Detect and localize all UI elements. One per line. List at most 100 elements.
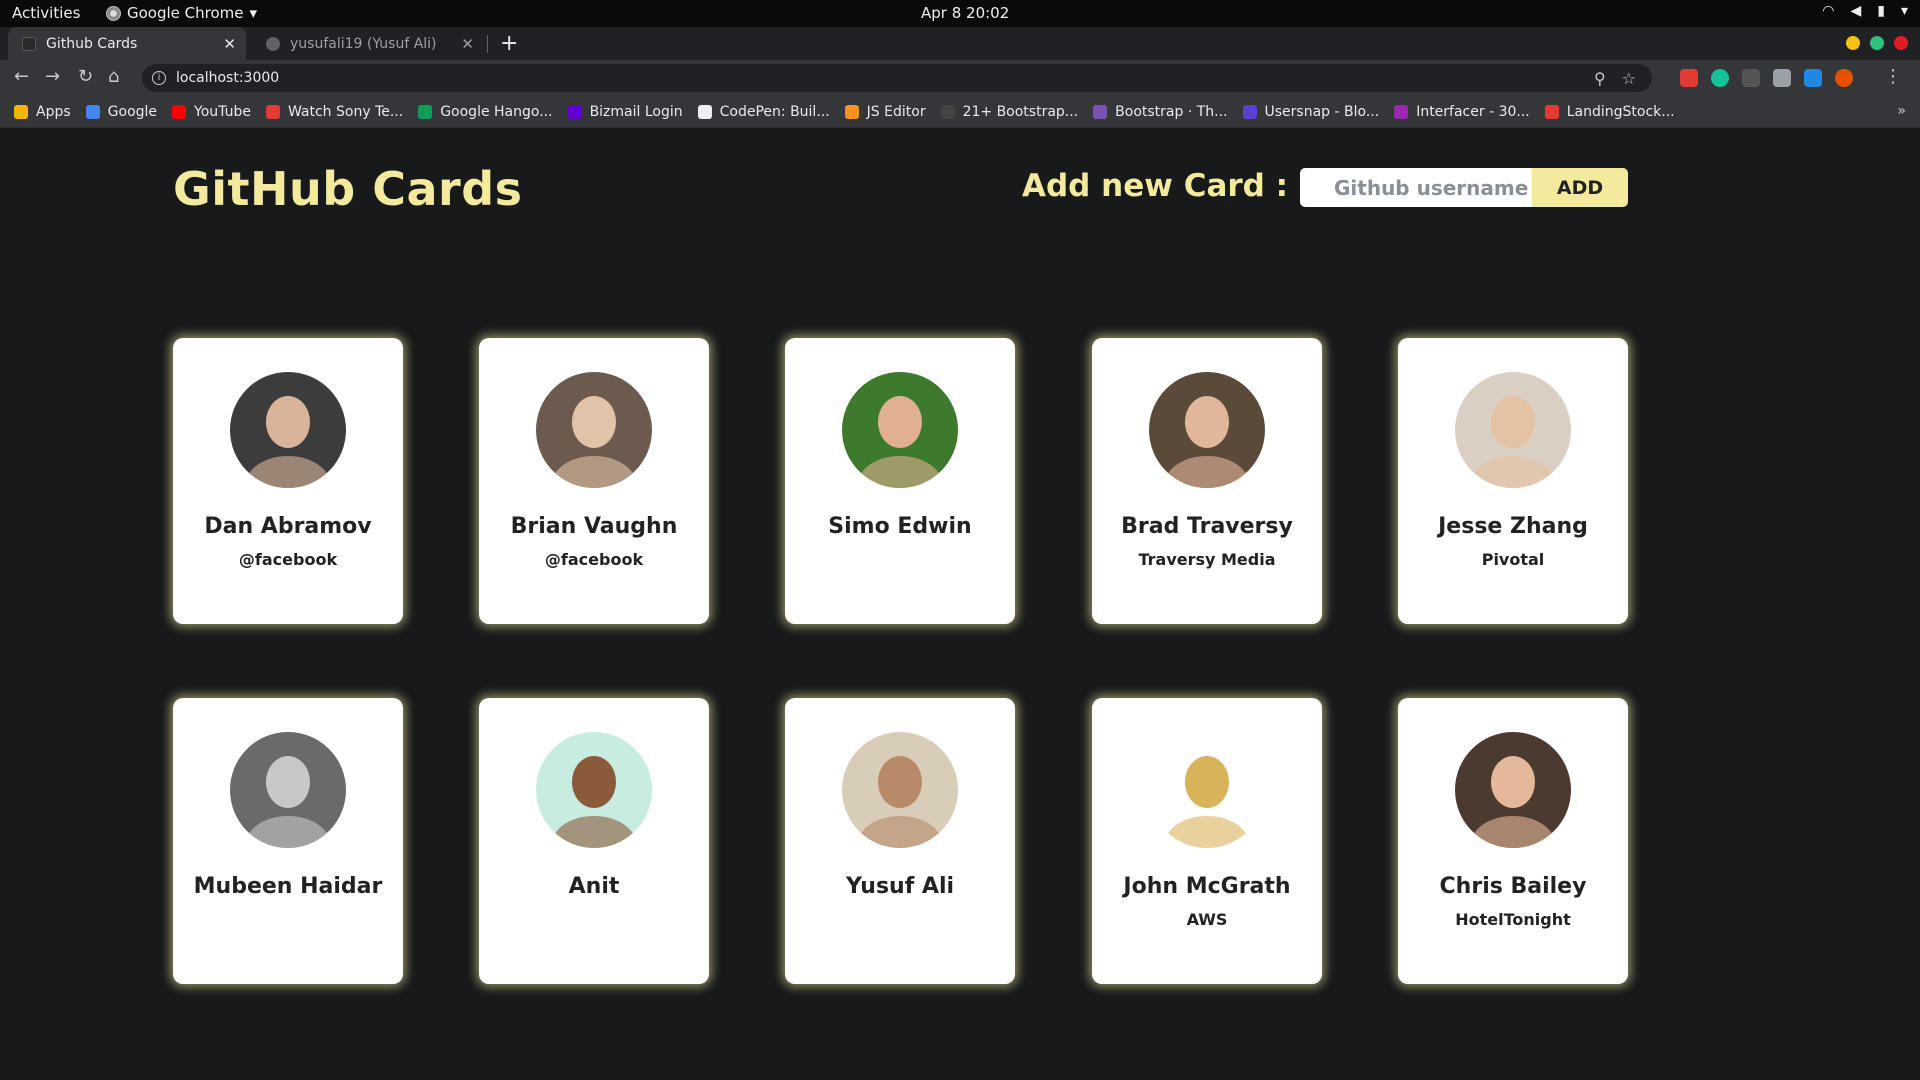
app-menu[interactable]: Google Chrome ▾: [106, 4, 257, 22]
card-company: @facebook: [238, 550, 338, 569]
close-tab-icon[interactable]: ✕: [223, 35, 236, 53]
extension-icon[interactable]: [1804, 69, 1822, 87]
volume-icon: ◀: [1850, 3, 1862, 19]
grammarly-icon[interactable]: [1711, 69, 1729, 87]
system-tray[interactable]: ◠ ◀ ▮ ▾: [1822, 3, 1908, 19]
bookmark-item[interactable]: 21+ Bootstrap...: [940, 103, 1079, 120]
bookmark-label: Bizmail Login: [589, 103, 683, 120]
add-card-label: Add new Card :: [1022, 168, 1289, 204]
page-content: GitHub Cards Add new Card : ADD Dan Abra…: [0, 128, 1920, 1080]
new-tab-button[interactable]: +: [500, 31, 518, 56]
profile-card[interactable]: Anit: [479, 698, 709, 984]
profile-card[interactable]: Yusuf Ali: [785, 698, 1015, 984]
card-name: Mubeen Haidar: [193, 874, 383, 899]
url-text[interactable]: localhost:3000: [176, 70, 1594, 86]
camera-icon[interactable]: [1773, 69, 1791, 87]
avatar: [1455, 372, 1571, 488]
card-company: Pivotal: [1481, 550, 1545, 569]
bookmark-label: CodePen: Buil...: [719, 103, 830, 120]
bookmark-favicon-icon: [265, 104, 280, 119]
card-name: Brad Traversy: [1121, 514, 1293, 539]
profile-card[interactable]: Brian Vaughn @facebook: [479, 338, 709, 624]
bookmark-item[interactable]: Usersnap - Blo...: [1242, 104, 1379, 120]
close-window-button[interactable]: [1894, 36, 1908, 50]
site-info-icon[interactable]: i: [152, 71, 166, 85]
wifi-icon: ◠: [1822, 3, 1835, 19]
extensions-area: [1680, 69, 1853, 87]
bookmark-favicon-icon: [567, 104, 582, 119]
avatar: [230, 732, 346, 848]
bookmark-label: Interfacer - 30...: [1416, 103, 1530, 120]
bookmark-favicon-icon: [418, 104, 433, 119]
bookmark-label: 21+ Bootstrap...: [962, 103, 1079, 120]
bookmark-item[interactable]: Apps: [14, 104, 71, 120]
avatar: [1149, 732, 1265, 848]
bookmark-item[interactable]: CodePen: Buil...: [697, 103, 830, 120]
bookmark-favicon-icon: [940, 104, 955, 119]
extension-icon[interactable]: [1742, 69, 1760, 87]
forward-icon[interactable]: →: [45, 66, 60, 87]
profile-card[interactable]: Simo Edwin: [785, 338, 1015, 624]
tab-separator: [487, 35, 488, 53]
add-button[interactable]: ADD: [1532, 168, 1628, 207]
profile-card[interactable]: Dan Abramov @facebook: [173, 338, 403, 624]
activities-button[interactable]: Activities: [12, 4, 80, 22]
card-name: Chris Bailey: [1439, 874, 1587, 899]
close-tab-icon[interactable]: ✕: [461, 35, 474, 53]
bookmark-favicon-icon: [697, 104, 712, 119]
window-controls: [1846, 36, 1908, 50]
tab-title: yusufali19 (Yusuf Ali): [290, 35, 437, 52]
bookmark-item[interactable]: Google: [85, 104, 157, 120]
avatar: [842, 372, 958, 488]
back-icon[interactable]: ←: [14, 66, 29, 87]
browser-toolbar: ← → ↻ ⌂ i localhost:3000 ⚲ ☆ ⋮: [0, 60, 1920, 96]
maximize-button[interactable]: [1870, 36, 1884, 50]
card-name: Anit: [568, 874, 620, 899]
chrome-menu-icon[interactable]: ⋮: [1884, 66, 1902, 87]
bookmark-label: Bootstrap · Th...: [1115, 103, 1228, 120]
clock[interactable]: Apr 8 20:02: [921, 4, 1009, 22]
extension-icon[interactable]: [1680, 69, 1698, 87]
bookmark-item[interactable]: YouTube: [172, 104, 251, 120]
bookmark-item[interactable]: Google Hango...: [418, 104, 553, 120]
avatar: [230, 372, 346, 488]
tab-title: Github Cards: [46, 35, 138, 52]
tab-github-cards[interactable]: Github Cards ✕: [8, 27, 246, 60]
bookmark-item[interactable]: Watch Sony Te...: [265, 104, 403, 120]
bookmark-item[interactable]: Bootstrap · Th...: [1093, 103, 1228, 120]
bookmark-item[interactable]: Bizmail Login: [567, 103, 683, 120]
github-icon: [266, 36, 280, 51]
profile-card[interactable]: Brad Traversy Traversy Media: [1092, 338, 1322, 624]
tab-strip: Github Cards ✕ yusufali19 (Yusuf Ali) ✕ …: [0, 27, 1920, 60]
bookmark-star-icon[interactable]: ☆: [1622, 69, 1636, 88]
card-company: Traversy Media: [1138, 550, 1276, 569]
profile-avatar-icon[interactable]: [1835, 69, 1853, 87]
bookmark-item[interactable]: LandingStock...: [1544, 104, 1675, 120]
chrome-icon: [106, 5, 121, 21]
bookmark-favicon-icon: [1394, 104, 1409, 119]
bookmark-item[interactable]: JS Editor: [844, 104, 926, 120]
bookmark-item[interactable]: Interfacer - 30...: [1394, 104, 1530, 120]
bookmark-label: Apps: [36, 103, 71, 120]
bookmarks-bar: Apps Google YouTube Watch Sony Te... Google …: [0, 96, 1920, 128]
minimize-button[interactable]: [1846, 36, 1860, 50]
zoom-icon[interactable]: ⚲: [1594, 69, 1606, 88]
address-bar[interactable]: i localhost:3000 ⚲ ☆: [142, 64, 1652, 92]
bookmark-favicon-icon: [14, 104, 28, 119]
profile-card[interactable]: John McGrath AWS: [1092, 698, 1322, 984]
profile-card[interactable]: Chris Bailey HotelTonight: [1398, 698, 1628, 984]
card-company: @facebook: [544, 550, 644, 569]
profile-card[interactable]: Jesse Zhang Pivotal: [1398, 338, 1628, 624]
bookmark-favicon-icon: [172, 104, 187, 119]
app-menu-label: Google Chrome: [127, 4, 244, 22]
more-bookmarks-icon[interactable]: »: [1897, 103, 1906, 119]
profile-card[interactable]: Mubeen Haidar: [173, 698, 403, 984]
reload-icon[interactable]: ↻: [78, 66, 93, 87]
github-username-input[interactable]: [1300, 168, 1532, 207]
bookmark-label: YouTube: [194, 103, 251, 120]
page-title: GitHub Cards: [173, 162, 523, 216]
tab-favicon-icon: [22, 36, 36, 51]
home-icon[interactable]: ⌂: [108, 66, 119, 87]
card-name: Jesse Zhang: [1438, 514, 1588, 539]
tab-github-profile[interactable]: yusufali19 (Yusuf Ali) ✕: [252, 27, 484, 60]
